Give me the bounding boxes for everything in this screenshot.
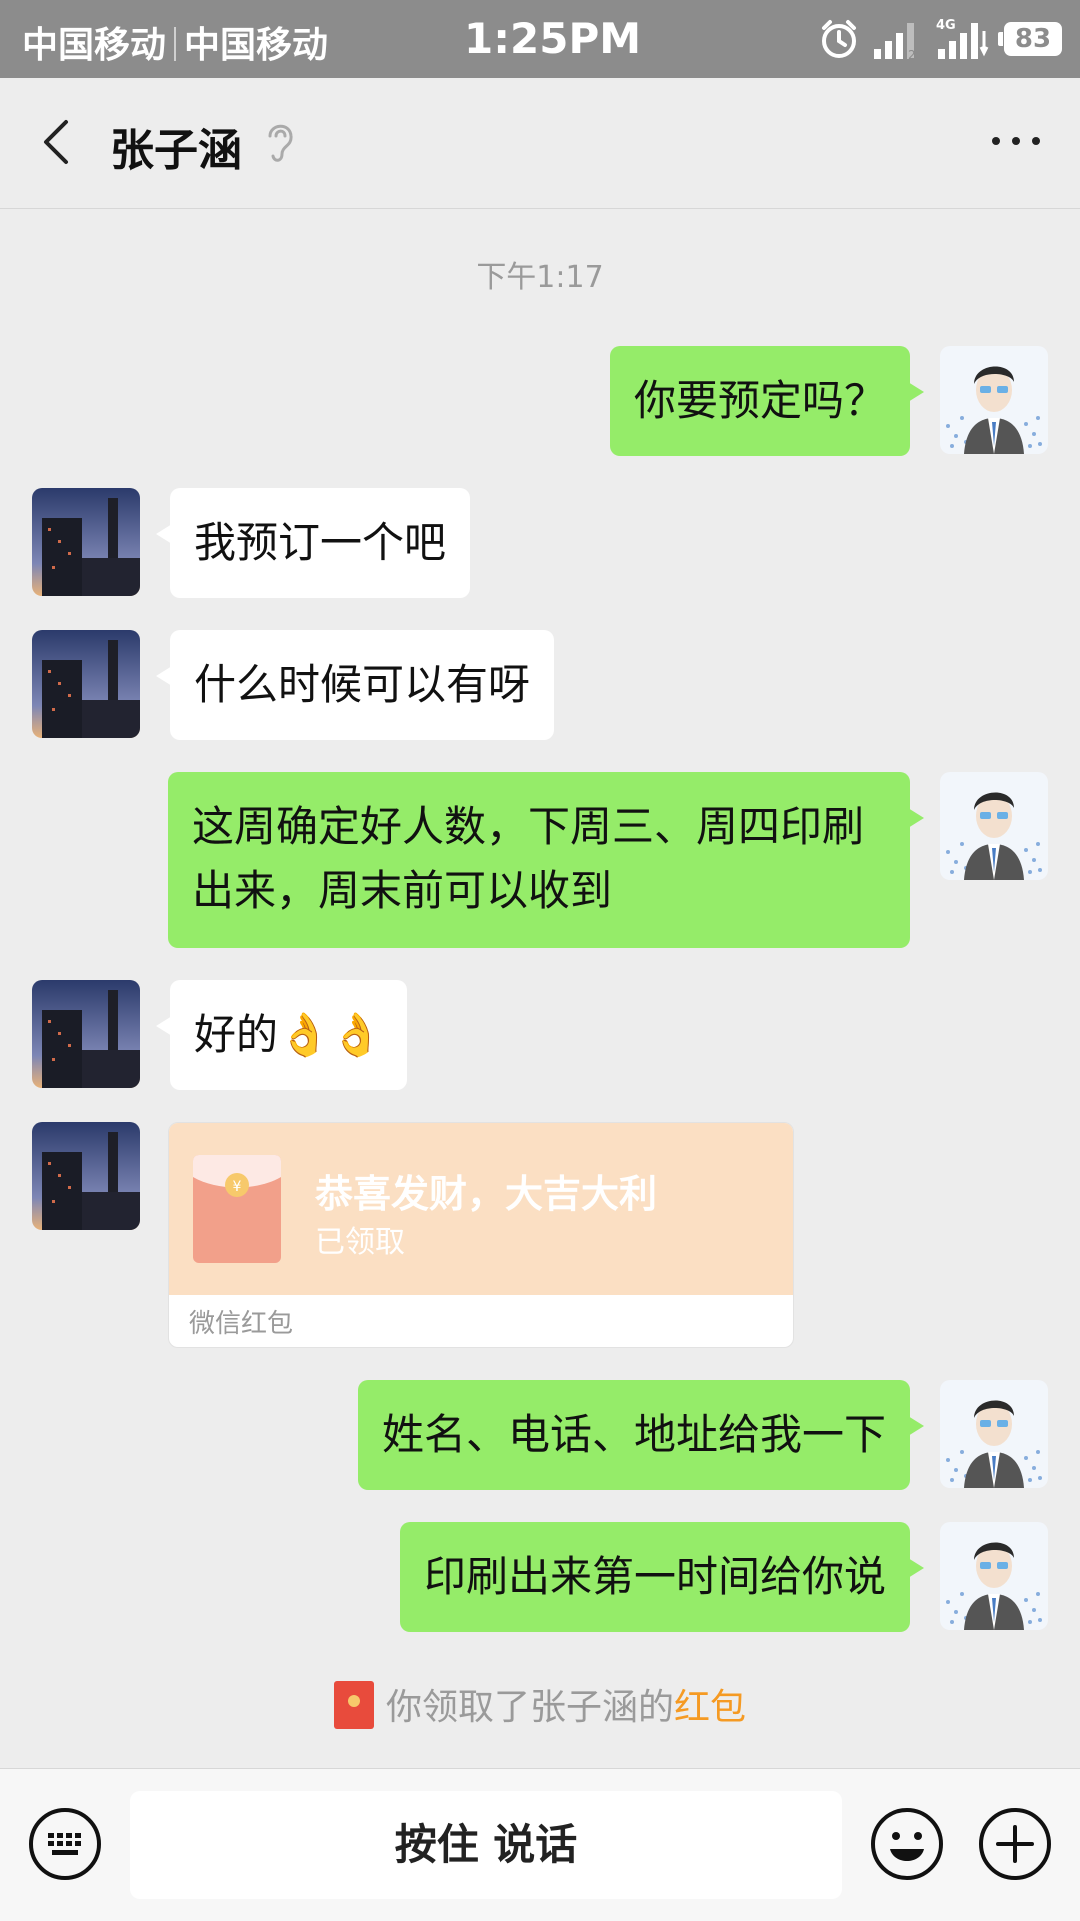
message-bubble-sent[interactable]: 姓名、电话、地址给我一下 xyxy=(357,1380,925,1490)
sim-slot-label: 2 xyxy=(908,48,916,61)
red-packet-link[interactable]: 红包 xyxy=(674,1687,746,1728)
chat-timestamp: 下午1:17 xyxy=(476,260,604,295)
message-bubble-sent[interactable]: 印刷出来第一时间给你说 xyxy=(399,1522,925,1632)
alarm-icon xyxy=(822,20,856,58)
emoji-button[interactable] xyxy=(870,1807,944,1881)
message-bubble-received[interactable]: 什么时候可以有呀 xyxy=(155,630,555,740)
system-message-text: 你领取了张子涵的 xyxy=(385,1687,674,1728)
my-avatar[interactable] xyxy=(940,1522,1048,1630)
back-button[interactable] xyxy=(30,112,90,172)
svg-text:¥: ¥ xyxy=(233,1179,242,1195)
battery-indicator: 83 xyxy=(998,22,1062,56)
my-avatar[interactable] xyxy=(940,346,1048,454)
more-functions-button[interactable] xyxy=(978,1807,1052,1881)
carrier-1: 中国移动 xyxy=(22,25,167,66)
red-packet-body: ¥ 恭喜发财，大吉大利 已领取 xyxy=(169,1123,793,1295)
clock: 1:25PM xyxy=(464,14,642,63)
contact-avatar[interactable] xyxy=(32,980,140,1088)
message-bubble-received[interactable]: 好的👌👌 xyxy=(156,980,407,1090)
red-packet-footer: 微信红包 xyxy=(189,1309,294,1339)
carrier-2: 中国移动 xyxy=(184,25,329,66)
contact-avatar[interactable] xyxy=(32,630,140,738)
carrier-info: 中国移动 中国移动 xyxy=(22,16,328,68)
earpiece-mode-icon xyxy=(268,124,293,162)
message-bubble-sent[interactable]: 这周确定好人数，下周三、周四印刷出来，周末前可以收到 xyxy=(168,772,924,948)
my-avatar[interactable] xyxy=(940,772,1048,880)
red-packet-message[interactable]: ¥ 恭喜发财，大吉大利 已领取 微信红包 xyxy=(168,1122,794,1348)
network-type-label: 4G xyxy=(936,18,956,33)
system-message: 你领取了张子涵的红包 xyxy=(0,1678,1080,1730)
chat-header: 张子涵 xyxy=(0,78,1080,209)
message-bubble-sent[interactable]: 你要预定吗？ xyxy=(609,346,925,456)
more-options-button[interactable] xyxy=(986,126,1046,156)
contact-avatar[interactable] xyxy=(32,488,140,596)
carrier-separator xyxy=(174,27,177,61)
signal-sim2-icon: 2 xyxy=(874,23,916,61)
my-avatar[interactable] xyxy=(940,1380,1048,1488)
message-bubble-received[interactable]: 我预订一个吧 xyxy=(155,488,471,598)
input-bar: 按住 说话 xyxy=(0,1768,1080,1921)
contact-avatar[interactable] xyxy=(32,1122,140,1230)
signal-4g-icon: 4G xyxy=(936,18,989,59)
status-bar: 中国移动 中国移动 1:25PM 2 4G 83 xyxy=(0,0,1080,78)
keyboard-toggle-button[interactable] xyxy=(28,1807,102,1881)
red-packet-title: 恭喜发财，大吉大利 xyxy=(315,1172,658,1216)
contact-name: 张子涵 xyxy=(110,125,242,176)
red-packet-mini-icon xyxy=(333,1681,374,1729)
hold-to-talk-button[interactable]: 按住 说话 xyxy=(130,1791,842,1899)
red-envelope-icon: ¥ xyxy=(193,1155,281,1263)
status-icons: 2 4G 83 xyxy=(818,14,1062,64)
red-packet-status: 已领取 xyxy=(315,1225,405,1260)
